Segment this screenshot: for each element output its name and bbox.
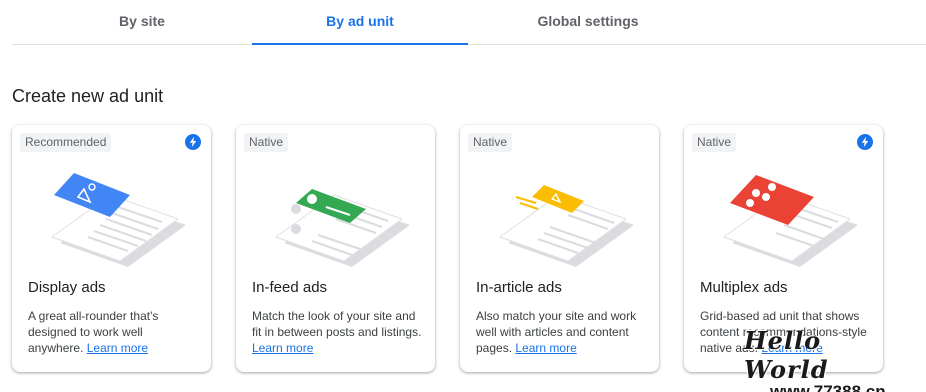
- display-ads-illustration: [50, 173, 186, 267]
- in-feed-ads-illustration: [274, 189, 410, 267]
- card-badge: Native: [244, 133, 289, 152]
- card-display-ads[interactable]: Recommended Display ads A great all-roun…: [12, 125, 211, 372]
- tab-by-ad-unit[interactable]: By ad unit: [252, 0, 468, 45]
- active-tab-indicator: [252, 43, 468, 45]
- tab-bar: By site By ad unit Global settings: [12, 0, 926, 45]
- watermark-line-2: www.77388.cn: [770, 382, 886, 392]
- multiplex-ads-illustration: [722, 175, 858, 267]
- learn-more-link[interactable]: Learn more: [252, 341, 313, 355]
- card-title: In-article ads: [476, 279, 562, 296]
- card-description: A great all-rounder that's designed to w…: [28, 308, 200, 356]
- card-badge: Recommended: [20, 133, 112, 152]
- card-title: Multiplex ads: [700, 279, 788, 296]
- card-description-text: Match the look of your site and fit in b…: [252, 309, 422, 339]
- learn-more-link[interactable]: Learn more: [87, 341, 148, 355]
- card-in-feed-ads[interactable]: Native In-feed ads Match the look of you…: [236, 125, 435, 372]
- card-title: In-feed ads: [252, 279, 328, 296]
- card-description: Match the look of your site and fit in b…: [252, 308, 424, 356]
- card-title: Display ads: [28, 279, 106, 296]
- card-badge: Native: [692, 133, 737, 152]
- card-badge: Native: [468, 133, 513, 152]
- card-description: Also match your site and work well with …: [476, 308, 648, 356]
- card-in-article-ads[interactable]: Native In-article ads Also match your si…: [460, 125, 659, 372]
- in-article-ads-illustration: [498, 185, 634, 267]
- lightning-bolt-icon: [857, 134, 873, 150]
- section-title: Create new ad unit: [12, 86, 164, 106]
- watermark-line-1: Hello World: [744, 326, 829, 384]
- tab-global-settings[interactable]: Global settings: [478, 0, 698, 45]
- tab-by-site[interactable]: By site: [52, 0, 232, 45]
- learn-more-link[interactable]: Learn more: [515, 341, 576, 355]
- watermark: Hello World www.77388.cn: [744, 326, 914, 392]
- lightning-bolt-icon: [185, 134, 201, 150]
